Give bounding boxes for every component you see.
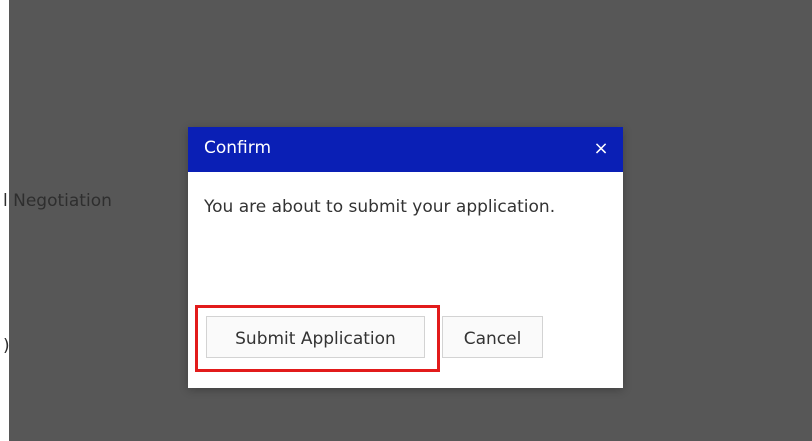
- close-icon[interactable]: ×: [589, 135, 613, 163]
- cancel-button[interactable]: Cancel: [442, 316, 543, 358]
- background-text-fragment: ): [3, 336, 10, 356]
- background-text-negotiation: l Negotiation: [3, 191, 112, 211]
- submit-application-button[interactable]: Submit Application: [206, 316, 425, 358]
- dialog-header: Confirm ×: [188, 127, 623, 172]
- dialog-message: You are about to submit your application…: [204, 197, 556, 217]
- dialog-title: Confirm: [204, 138, 272, 158]
